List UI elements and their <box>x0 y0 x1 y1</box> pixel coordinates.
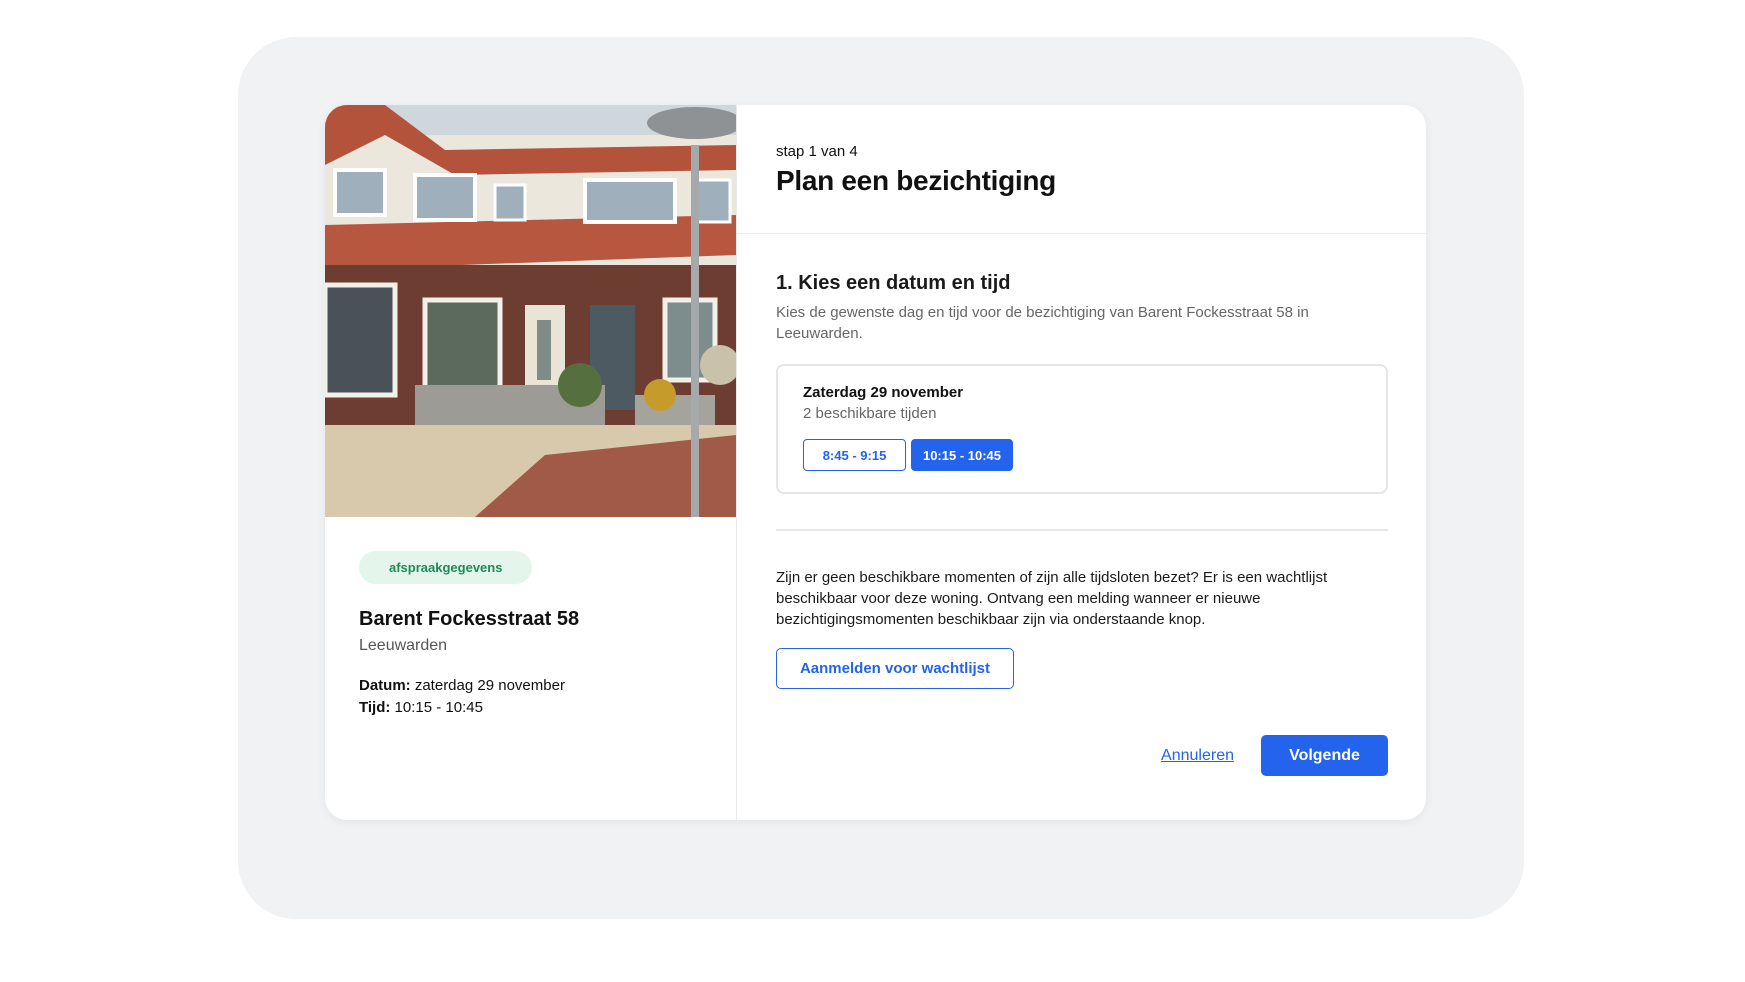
house-photo <box>325 105 736 517</box>
section-description: Kies de gewenste dag en tijd voor de bez… <box>776 304 1309 342</box>
divider <box>776 529 1388 531</box>
date-label: Datum: <box>359 677 411 694</box>
property-panel: afspraakgegevens Barent Fockesstraat 58 … <box>325 105 737 820</box>
cancel-link[interactable]: Annuleren <box>1161 747 1234 765</box>
date-value: zaterdag 29 november <box>410 677 565 694</box>
time-slot-button-selected[interactable]: 10:15 - 10:45 <box>911 439 1013 471</box>
booking-dialog: afspraakgegevens Barent Fockesstraat 58 … <box>325 105 1426 820</box>
time-slots: 8:45 - 9:15 10:15 - 10:45 <box>803 439 1386 471</box>
time-slot-button[interactable]: 8:45 - 9:15 <box>803 439 906 471</box>
day-availability: 2 beschikbare tijden <box>803 405 937 422</box>
property-city: Leeuwarden <box>359 637 448 654</box>
next-button[interactable]: Volgende <box>1261 735 1388 776</box>
day-title: Zaterdag 29 november <box>803 384 964 401</box>
booking-panel: stap 1 van 4 Plan een bezichtiging 1. Ki… <box>737 105 1426 820</box>
section-title: 1. Kies een datum en tijd <box>776 272 1011 294</box>
dialog-actions: Annuleren Volgende <box>1161 735 1388 776</box>
date-row: Datum: zaterdag 29 november <box>359 675 736 697</box>
appointment-details: Datum: zaterdag 29 november Tijd: 10:15 … <box>359 675 736 719</box>
time-row: Tijd: 10:15 - 10:45 <box>359 697 736 719</box>
step-indicator: stap 1 van 4 <box>776 143 858 160</box>
time-label: Tijd: <box>359 699 391 716</box>
dialog-header: stap 1 van 4 Plan een bezichtiging <box>737 105 1426 234</box>
property-address: Barent Fockesstraat 58 <box>359 608 580 630</box>
waitlist-button[interactable]: Aanmelden voor wachtlijst <box>776 648 1014 689</box>
appointment-badge: afspraakgegevens <box>359 551 533 584</box>
day-card: Zaterdag 29 november 2 beschikbare tijde… <box>776 364 1388 494</box>
page-title: Plan een bezichtiging <box>776 165 1056 196</box>
time-value: 10:15 - 10:45 <box>390 699 483 716</box>
dialog-body: 1. Kies een datum en tijd Kies de gewens… <box>737 234 1426 689</box>
waitlist-text: Zijn er geen beschikbare momenten of zij… <box>776 569 1328 628</box>
